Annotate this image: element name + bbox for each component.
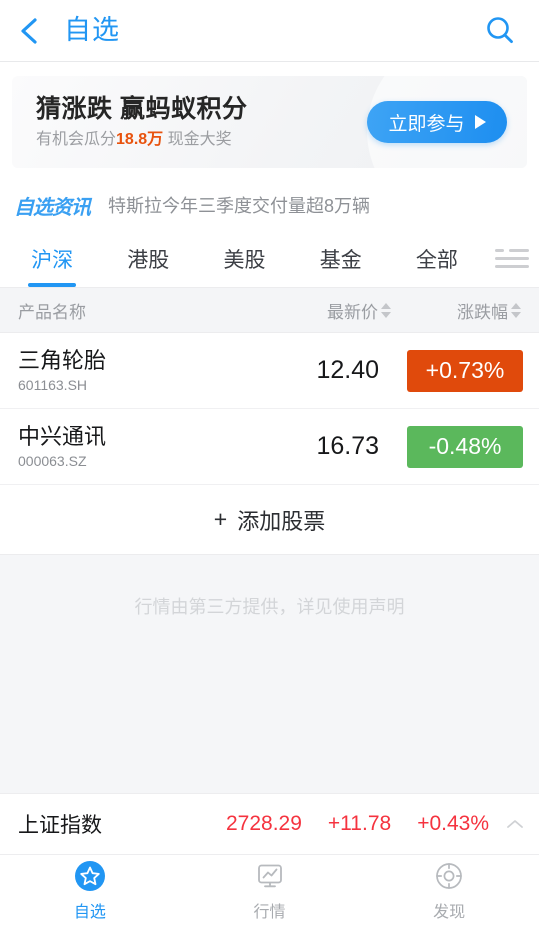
stock-price: 16.73 <box>316 432 379 460</box>
promo-banner-text: 猜涨跌 赢蚂蚁积分 有机会瓜分18.8万 现金大奖 <box>36 95 367 149</box>
promo-title: 猜涨跌 赢蚂蚁积分 <box>36 94 248 123</box>
tab-all-label: 全部 <box>415 248 458 272</box>
column-header-name: 产品名称 <box>18 302 86 322</box>
nav-label-watchlist: 自选 <box>73 904 106 921</box>
tab-hushen[interactable]: 沪深 <box>4 230 100 287</box>
hamburger-menu-icon <box>495 249 530 252</box>
index-percent: +0.43% <box>417 812 489 835</box>
tab-hkstock[interactable]: 港股 <box>100 230 196 287</box>
nav-label-markets: 行情 <box>253 904 286 921</box>
nav-item-watchlist[interactable]: 自选 <box>0 860 180 922</box>
promo-sub-highlight: 18.8万 <box>116 130 164 148</box>
index-expand-button[interactable] <box>505 814 525 834</box>
disclaimer-text[interactable]: 行情由第三方提供，详见使用声明 <box>135 593 405 619</box>
stock-table-header: 产品名称 最新价 涨跌幅 <box>0 287 539 333</box>
nav-label-discover: 发现 <box>433 904 466 921</box>
promo-banner-container: 猜涨跌 赢蚂蚁积分 有机会瓜分18.8万 现金大奖 立即参与 <box>0 62 539 180</box>
sort-icon-price[interactable] <box>381 302 391 318</box>
content-filler: 行情由第三方提供，详见使用声明 <box>0 555 539 793</box>
status-badge: +0.73% <box>407 349 523 392</box>
tab-all[interactable]: 全部 <box>389 230 485 287</box>
play-arrow-icon <box>474 115 486 129</box>
market-tabs: 沪深 港股 美股 基金 全部 <box>0 230 539 287</box>
promo-banner[interactable]: 猜涨跌 赢蚂蚁积分 有机会瓜分18.8万 现金大奖 立即参与 <box>12 76 527 168</box>
column-header-price[interactable]: 最新价 <box>243 298 391 323</box>
tab-usstock[interactable]: 美股 <box>196 230 292 287</box>
table-row[interactable]: 三角轮胎 601163.SH 12.40 +0.73% <box>0 333 539 409</box>
column-header-change[interactable]: 涨跌幅 <box>391 298 539 323</box>
index-value: 2728.29 <box>226 812 302 835</box>
tab-fund[interactable]: 基金 <box>293 230 389 287</box>
monitor-chart-icon <box>254 860 286 892</box>
promo-join-button[interactable]: 立即参与 <box>367 101 507 143</box>
stock-name-cell: 中兴通讯 000063.SZ <box>0 424 243 470</box>
stock-name-cell: 三角轮胎 601163.SH <box>0 348 243 394</box>
hamburger-line-2 <box>495 257 530 260</box>
promo-button-label: 立即参与 <box>388 113 465 135</box>
news-strip[interactable]: 自选资讯 特斯拉今年三季度交付量超8万辆 <box>0 180 539 230</box>
stock-price: 12.40 <box>316 356 379 384</box>
index-change: +11.78 <box>327 812 392 835</box>
tab-usstock-label: 美股 <box>223 248 266 272</box>
index-bar[interactable]: 上证指数 2728.29 +11.78 +0.43% <box>0 793 539 855</box>
news-headline[interactable]: 特斯拉今年三季度交付量超8万辆 <box>108 192 370 218</box>
compass-target-icon <box>433 860 465 892</box>
tab-hkstock-label: 港股 <box>127 248 170 272</box>
nav-item-markets[interactable]: 行情 <box>180 860 360 922</box>
plus-icon: + <box>213 506 228 532</box>
tab-fund-label: 基金 <box>319 248 362 272</box>
stock-code: 601163.SH <box>18 376 88 393</box>
stock-change-cell: -0.48% <box>391 425 539 468</box>
column-header-change-label: 涨跌幅 <box>457 302 508 322</box>
nav-item-discover[interactable]: 发现 <box>359 860 539 922</box>
chevron-up-icon <box>507 820 523 828</box>
status-badge: -0.48% <box>407 425 523 468</box>
bottom-navigation: 自选 行情 发现 <box>0 855 539 927</box>
stock-list: 三角轮胎 601163.SH 12.40 +0.73% 中兴通讯 000063.… <box>0 333 539 485</box>
search-icon <box>487 16 513 43</box>
sort-icon-change[interactable] <box>511 302 521 318</box>
index-name: 上证指数 <box>18 814 102 837</box>
table-row[interactable]: 中兴通讯 000063.SZ 16.73 -0.48% <box>0 409 539 485</box>
stock-code: 000063.SZ <box>18 452 87 469</box>
column-header-price-label: 最新价 <box>327 302 378 322</box>
promo-sub-prefix: 有机会瓜分 <box>36 130 117 148</box>
promo-subtitle: 有机会瓜分18.8万 现金大奖 <box>36 131 367 149</box>
app-screen: 自选 猜涨跌 赢蚂蚁积分 有机会瓜分18.8万 现金大奖 立即参与 自选资讯 特… <box>0 0 539 927</box>
stock-change-cell: +0.73% <box>391 349 539 392</box>
stock-name: 中兴通讯 <box>18 423 107 449</box>
page-title: 自选 <box>64 15 120 45</box>
stock-name: 三角轮胎 <box>18 347 107 373</box>
tab-hushen-label: 沪深 <box>31 248 74 272</box>
add-stock-label: 添加股票 <box>237 508 326 534</box>
promo-sub-suffix: 现金大奖 <box>167 130 232 148</box>
app-header: 自选 <box>0 0 539 62</box>
hamburger-line-3 <box>495 265 530 268</box>
add-stock-button[interactable]: + 添加股票 <box>0 485 539 555</box>
search-button[interactable] <box>483 14 517 48</box>
back-button[interactable] <box>18 14 46 48</box>
star-filled-circle-icon <box>74 860 106 892</box>
news-logo: 自选资讯 <box>14 196 91 219</box>
hamburger-menu-button[interactable] <box>485 230 539 287</box>
chevron-left-icon <box>21 17 37 44</box>
